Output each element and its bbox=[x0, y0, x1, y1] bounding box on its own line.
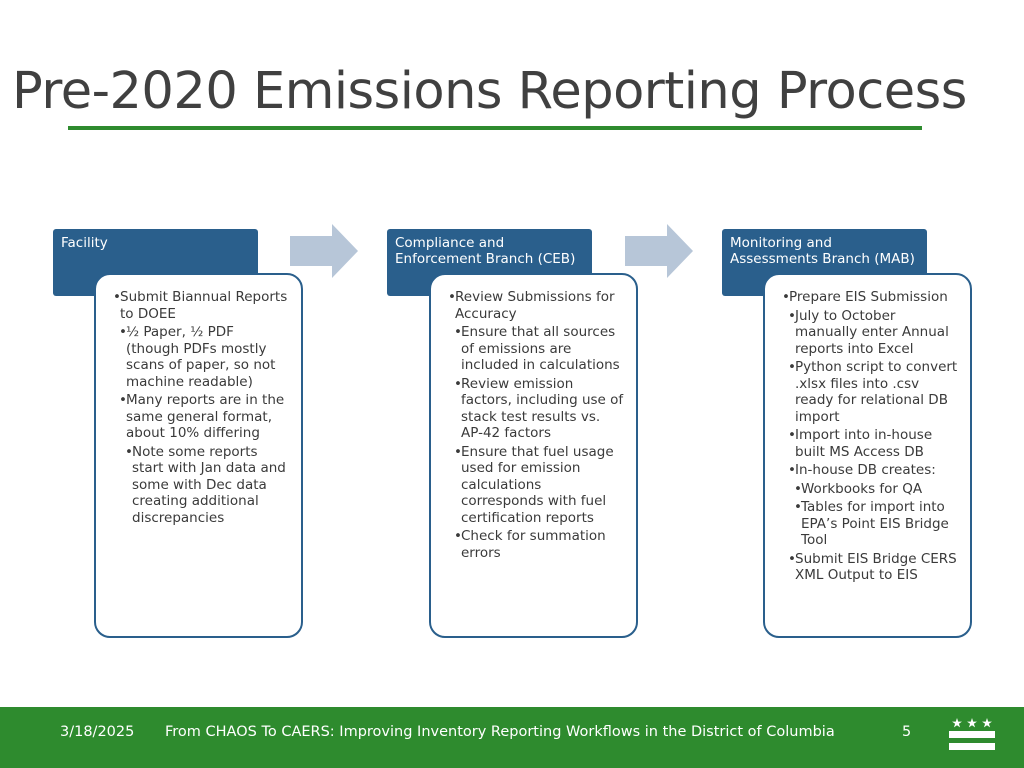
bullet-item: Review emission factors, including use o… bbox=[454, 376, 626, 442]
bullet-item: Ensure that fuel usage used for emission… bbox=[454, 444, 626, 527]
bullet-item: July to October manually enter Annual re… bbox=[788, 308, 960, 358]
title-underline bbox=[68, 126, 922, 130]
bullet-item: Note some reports start with Jan data an… bbox=[125, 444, 291, 527]
bullet-item: Submit EIS Bridge CERS XML Output to EIS bbox=[788, 551, 960, 584]
bullet-item: Many reports are in the same general for… bbox=[119, 392, 291, 442]
bullet-list: Submit Biannual Reports to DOEE½ Paper, … bbox=[108, 289, 291, 526]
bullet-item: Prepare EIS Submission bbox=[782, 289, 960, 306]
bullet-list: Review Submissions for AccuracyEnsure th… bbox=[443, 289, 626, 561]
right-arrow-icon bbox=[625, 224, 693, 278]
right-arrow-icon bbox=[290, 224, 358, 278]
bullet-item: Review Submissions for Accuracy bbox=[448, 289, 626, 322]
bullet-item: Tables for import into EPA’s Point EIS B… bbox=[794, 499, 960, 549]
bullet-item: Ensure that all sources of emissions are… bbox=[454, 324, 626, 374]
bullet-item: Import into in-house built MS Access DB bbox=[788, 427, 960, 460]
dc-flag-icon bbox=[949, 716, 995, 752]
stage-content-mab: Prepare EIS Submission July to October ma… bbox=[763, 273, 972, 638]
footer-bar: 3/18/2025 From CHAOS To CAERS: Improving… bbox=[0, 707, 1024, 768]
bullet-item: Submit Biannual Reports to DOEE bbox=[113, 289, 291, 322]
bullet-item: Check for summation errors bbox=[454, 528, 626, 561]
bullet-item: Python script to convert .xlsx files int… bbox=[788, 359, 960, 425]
stage-content-facility: Submit Biannual Reports to DOEE½ Paper, … bbox=[94, 273, 303, 638]
page-number: 5 bbox=[902, 724, 912, 740]
bullet-item: ½ Paper, ½ PDF (though PDFs mostly scans… bbox=[119, 324, 291, 390]
bullet-item: Workbooks for QA bbox=[794, 481, 960, 498]
stage-content-ceb: Review Submissions for AccuracyEnsure th… bbox=[429, 273, 638, 638]
bullet-list: Prepare EIS Submission July to October ma… bbox=[777, 289, 960, 584]
bullet-item: In-house DB creates: bbox=[788, 462, 960, 479]
footer-date: 3/18/2025 bbox=[60, 724, 135, 740]
slide-title: Pre-2020 Emissions Reporting Process bbox=[12, 62, 967, 121]
footer-caption: From CHAOS To CAERS: Improving Inventory… bbox=[165, 724, 835, 740]
